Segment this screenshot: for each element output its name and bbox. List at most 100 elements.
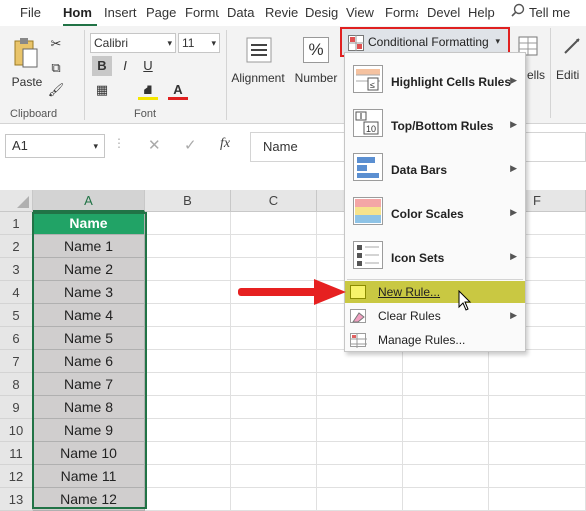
empty-cell[interactable]: [145, 419, 231, 442]
format-painter-icon[interactable]: 🖌: [46, 80, 66, 100]
empty-cell[interactable]: [145, 488, 231, 511]
empty-cell[interactable]: [403, 488, 489, 511]
empty-cell[interactable]: [231, 465, 317, 488]
empty-cell[interactable]: [489, 350, 586, 373]
paste-button[interactable]: Paste: [6, 34, 42, 94]
tab-design[interactable]: Desig: [305, 0, 339, 26]
tab-data[interactable]: Data: [227, 0, 257, 26]
row-header[interactable]: 6: [0, 327, 33, 350]
empty-cell[interactable]: [145, 281, 231, 304]
number-button[interactable]: % Number: [290, 32, 340, 92]
header-cell[interactable]: Name: [33, 212, 145, 235]
tab-view[interactable]: View: [346, 0, 376, 26]
row-header[interactable]: 12: [0, 465, 33, 488]
table-cell[interactable]: Name 5: [33, 327, 145, 350]
menu-item-manage-rules[interactable]: Manage Rules...: [345, 329, 525, 351]
menu-item-icon-sets[interactable]: Icon Sets ▶: [345, 241, 525, 275]
empty-cell[interactable]: [145, 465, 231, 488]
table-cell[interactable]: Name 8: [33, 396, 145, 419]
empty-cell[interactable]: [403, 396, 489, 419]
empty-cell[interactable]: [489, 442, 586, 465]
empty-cell[interactable]: [489, 488, 586, 511]
row-header[interactable]: 13: [0, 488, 33, 511]
row-header[interactable]: 8: [0, 373, 33, 396]
empty-cell[interactable]: [317, 465, 403, 488]
function-icon[interactable]: fx: [220, 136, 230, 152]
table-cell[interactable]: Name 2: [33, 258, 145, 281]
borders-icon[interactable]: ▦: [92, 80, 112, 100]
empty-cell[interactable]: [403, 465, 489, 488]
column-header-c[interactable]: C: [231, 190, 317, 212]
table-cell[interactable]: Name 3: [33, 281, 145, 304]
table-cell[interactable]: Name 11: [33, 465, 145, 488]
empty-cell[interactable]: [317, 396, 403, 419]
editing-icon[interactable]: [562, 36, 582, 56]
empty-cell[interactable]: [145, 327, 231, 350]
bold-button[interactable]: B: [92, 56, 112, 76]
menu-item-clear-rules[interactable]: Clear Rules ▶: [345, 305, 525, 327]
font-color-icon[interactable]: A: [168, 80, 188, 100]
empty-cell[interactable]: [317, 350, 403, 373]
column-header-a[interactable]: A: [33, 190, 145, 212]
table-cell[interactable]: Name 6: [33, 350, 145, 373]
empty-cell[interactable]: [317, 442, 403, 465]
empty-cell[interactable]: [231, 327, 317, 350]
empty-cell[interactable]: [145, 396, 231, 419]
table-cell[interactable]: Name 10: [33, 442, 145, 465]
empty-cell[interactable]: [231, 350, 317, 373]
alignment-button[interactable]: Alignment: [228, 32, 286, 92]
tab-insert[interactable]: Insert: [104, 0, 140, 26]
empty-cell[interactable]: [145, 304, 231, 327]
tab-review[interactable]: Revie: [265, 0, 298, 26]
empty-cell[interactable]: [317, 373, 403, 396]
empty-cell[interactable]: [145, 350, 231, 373]
tab-developer[interactable]: Devel: [427, 0, 461, 26]
row-header[interactable]: 3: [0, 258, 33, 281]
menu-item-top-bottom-rules[interactable]: 10 Top/Bottom Rules ▶: [345, 109, 525, 143]
row-header[interactable]: 5: [0, 304, 33, 327]
font-size-combo[interactable]: 11 ▾: [178, 33, 220, 53]
empty-cell[interactable]: [231, 488, 317, 511]
empty-cell[interactable]: [231, 304, 317, 327]
row-header[interactable]: 7: [0, 350, 33, 373]
empty-cell[interactable]: [489, 396, 586, 419]
empty-cell[interactable]: [145, 373, 231, 396]
cut-icon[interactable]: ✂: [46, 34, 66, 54]
row-header[interactable]: 4: [0, 281, 33, 304]
empty-cell[interactable]: [317, 488, 403, 511]
empty-cell[interactable]: [403, 442, 489, 465]
menu-item-data-bars[interactable]: Data Bars ▶: [345, 153, 525, 187]
empty-cell[interactable]: [403, 419, 489, 442]
tell-me-search[interactable]: Tell me: [511, 3, 581, 23]
empty-cell[interactable]: [317, 419, 403, 442]
empty-cell[interactable]: [145, 258, 231, 281]
menu-item-color-scales[interactable]: Color Scales ▶: [345, 197, 525, 231]
row-header[interactable]: 1: [0, 212, 33, 235]
table-cell[interactable]: Name 4: [33, 304, 145, 327]
row-header[interactable]: 9: [0, 396, 33, 419]
empty-cell[interactable]: [489, 465, 586, 488]
select-all-corner[interactable]: [0, 190, 33, 212]
empty-cell[interactable]: [231, 373, 317, 396]
table-cell[interactable]: Name 9: [33, 419, 145, 442]
empty-cell[interactable]: [231, 212, 317, 235]
empty-cell[interactable]: [231, 419, 317, 442]
empty-cell[interactable]: [489, 419, 586, 442]
enter-check-icon[interactable]: ✓: [184, 136, 197, 154]
row-header[interactable]: 2: [0, 235, 33, 258]
empty-cell[interactable]: [489, 373, 586, 396]
table-cell[interactable]: Name 7: [33, 373, 145, 396]
cancel-icon[interactable]: ✕: [148, 136, 161, 154]
menu-item-highlight-cells-rules[interactable]: ≤ Highlight Cells Rules ▶: [345, 65, 525, 99]
empty-cell[interactable]: [403, 350, 489, 373]
tab-formulas[interactable]: Formu: [185, 0, 219, 26]
empty-cell[interactable]: [145, 235, 231, 258]
copy-icon[interactable]: ⧉: [46, 58, 66, 78]
fill-color-icon[interactable]: ⛘: [138, 80, 158, 100]
table-cell[interactable]: Name 12: [33, 488, 145, 511]
empty-cell[interactable]: [403, 373, 489, 396]
row-header[interactable]: 11: [0, 442, 33, 465]
empty-cell[interactable]: [231, 235, 317, 258]
tab-help[interactable]: Help: [468, 0, 498, 26]
table-cell[interactable]: Name 1: [33, 235, 145, 258]
